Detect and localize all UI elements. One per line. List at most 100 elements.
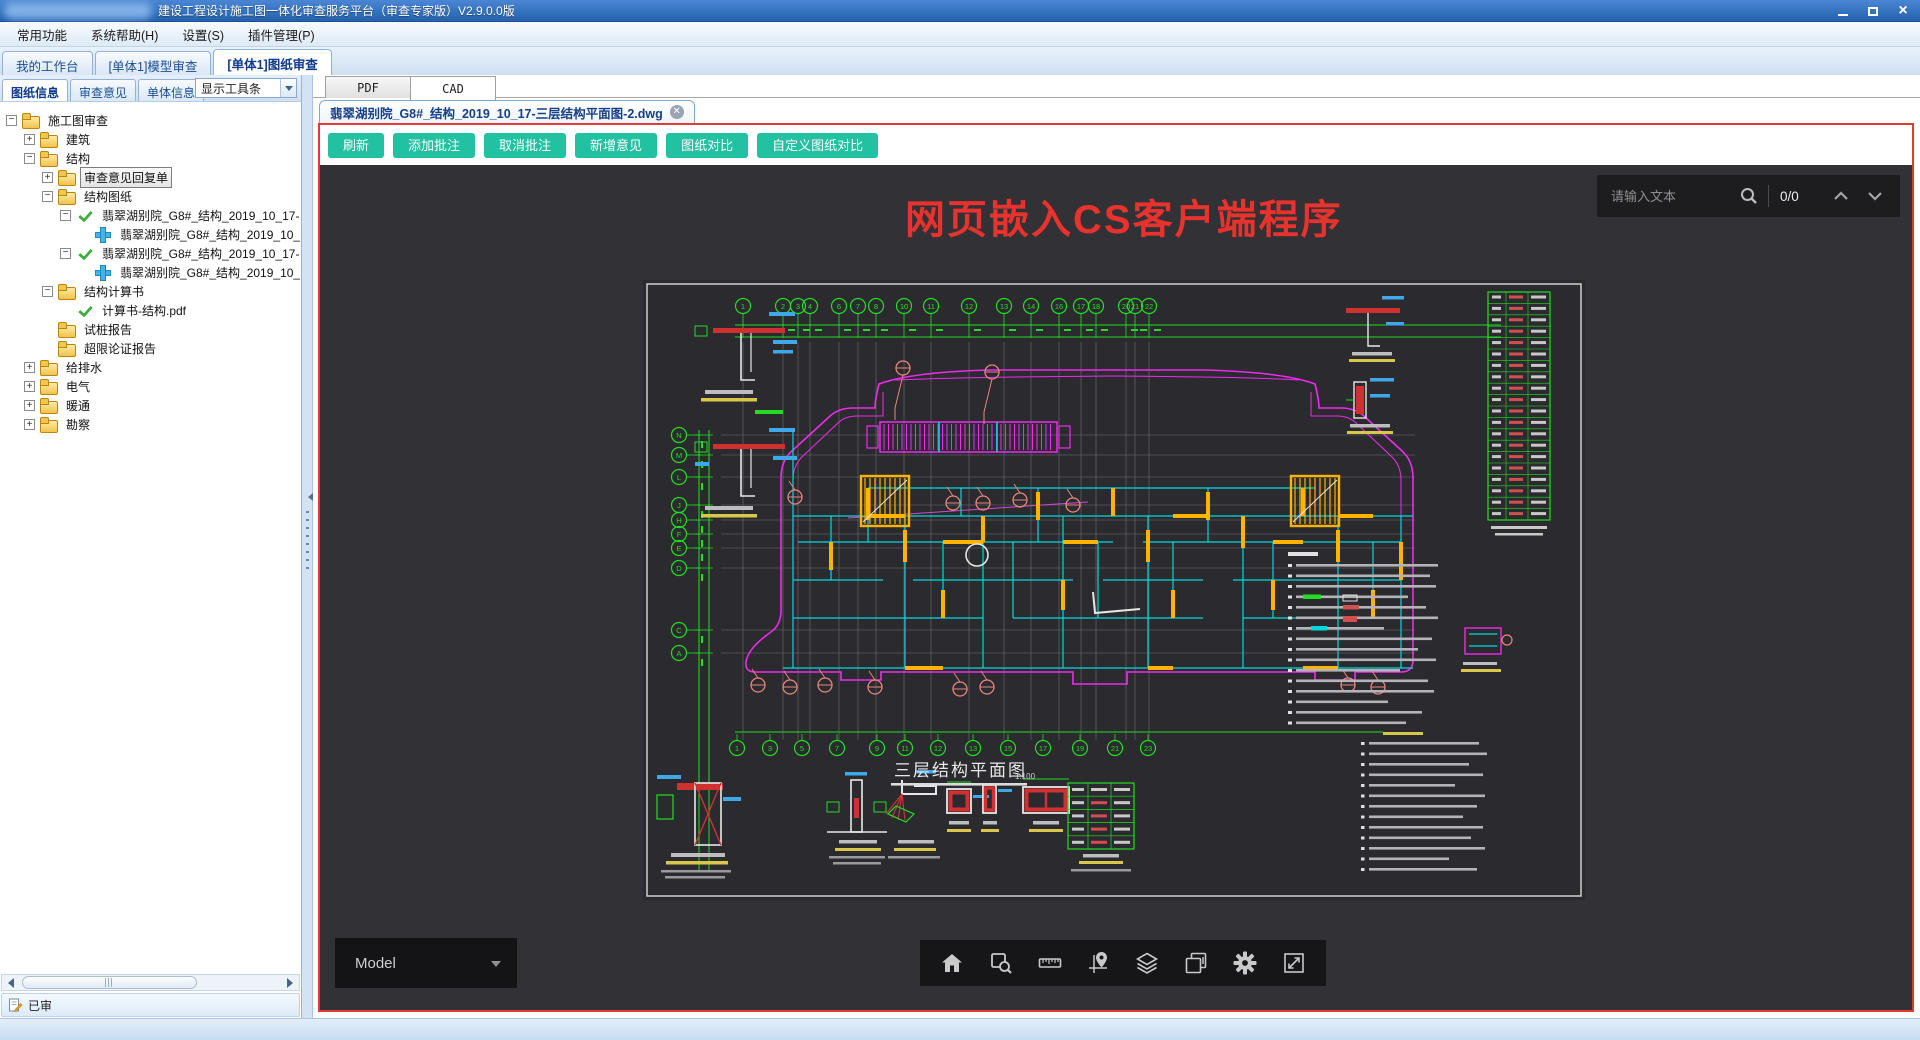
tree-item[interactable]: 超限论证报告 — [0, 339, 301, 358]
search-input[interactable] — [1611, 188, 1739, 204]
tree-horizontal-scrollbar[interactable] — [1, 974, 300, 991]
tree-item[interactable]: 给排水 — [0, 358, 301, 377]
format-tab[interactable]: CAD — [410, 76, 496, 100]
tree-item[interactable]: 施工图审查 — [0, 111, 301, 130]
cad-toolbar-button[interactable]: 图纸对比 — [666, 132, 749, 158]
layers-button[interactable] — [1131, 947, 1163, 979]
ruler-icon — [1038, 958, 1062, 968]
tree-item[interactable]: 勘察 — [0, 415, 301, 434]
maximize-button[interactable] — [1858, 0, 1888, 22]
tree-expander-icon[interactable] — [24, 134, 35, 145]
viewer-toolbar — [920, 940, 1326, 986]
tree-item[interactable]: 翡翠湖别院_G8#_结构_2019_10_1 — [0, 225, 301, 244]
sidebar-tab[interactable]: 审查意见 — [70, 79, 137, 101]
cad-toolbar-button[interactable]: 刷新 — [328, 132, 385, 158]
tree-expander-icon[interactable] — [60, 248, 71, 259]
splitter-grip[interactable] — [306, 511, 309, 575]
menu-item[interactable]: 系统帮助(H) — [80, 22, 169, 47]
svg-text:1: 1 — [735, 744, 739, 753]
tree-expander-icon[interactable] — [24, 362, 35, 373]
tree-item[interactable]: 结构图纸 — [0, 187, 301, 206]
panel-splitter[interactable] — [302, 75, 313, 1018]
mark-point-button[interactable] — [1083, 947, 1115, 979]
tree-item[interactable]: 暖通 — [0, 396, 301, 415]
file-tab-close-icon[interactable]: ✕ — [669, 105, 684, 119]
scroll-right-arrow[interactable] — [283, 975, 299, 990]
minimize-icon — [1838, 14, 1848, 16]
main-tab[interactable]: [单体1]模型审查 — [94, 51, 212, 75]
home-button[interactable] — [936, 947, 968, 979]
tree-expander-icon[interactable] — [6, 115, 17, 126]
measure-button[interactable] — [1034, 947, 1066, 979]
search-prev-button[interactable] — [1832, 189, 1850, 203]
tree-item[interactable]: 审查意见回复单 — [0, 167, 301, 188]
menu-item[interactable]: 常用功能 — [6, 22, 78, 47]
tree-item[interactable]: 计算书-结构.pdf — [0, 301, 301, 320]
main-tab[interactable]: [单体1]图纸审查 — [213, 49, 332, 75]
svg-text:3: 3 — [796, 302, 800, 311]
svg-text:12: 12 — [965, 302, 973, 311]
sidebar: 图纸信息审查意见单体信息 显示工具条 施工图审查 建筑 结构 审查意见回复单 — [0, 75, 302, 1018]
tree-item[interactable]: 试桩报告 — [0, 320, 301, 339]
tree-node-icon — [40, 379, 58, 395]
cad-toolbar-button[interactable]: 新增意见 — [575, 132, 658, 158]
tree-expander-icon[interactable] — [42, 286, 53, 297]
tree-node-icon — [76, 246, 94, 261]
tree-expander-icon[interactable] — [24, 153, 35, 164]
tree-expander-icon[interactable] — [24, 400, 35, 411]
tree-item[interactable]: 建筑 — [0, 130, 301, 149]
svg-text:21: 21 — [1131, 302, 1139, 311]
tree-item[interactable]: 电气 — [0, 377, 301, 396]
svg-text:22: 22 — [1145, 302, 1153, 311]
menu-item[interactable]: 插件管理(P) — [237, 22, 326, 47]
search-icon[interactable] — [1739, 186, 1759, 206]
tree-expander-icon[interactable] — [24, 381, 35, 392]
svg-text:21: 21 — [1111, 744, 1119, 753]
tree-expander-icon[interactable] — [60, 210, 71, 221]
search-next-button[interactable] — [1866, 189, 1884, 203]
sheets-button[interactable] — [1180, 947, 1212, 979]
cad-canvas[interactable]: 网页嵌入CS客户端程序 0/0 — [320, 165, 1912, 1010]
tree-node-icon — [58, 170, 76, 186]
svg-text:D: D — [676, 564, 682, 573]
tree-expander-icon[interactable] — [42, 191, 53, 202]
cad-toolbar-button[interactable]: 自定义图纸对比 — [757, 132, 879, 158]
tree-item[interactable]: 翡翠湖别院_G8#_结构_2019_10_17-三 — [0, 206, 301, 225]
show-toolbar-select[interactable]: 显示工具条 — [195, 78, 297, 98]
svg-text:1:100: 1:100 — [1015, 772, 1036, 781]
cad-toolbar-button[interactable]: 取消批注 — [484, 132, 567, 158]
file-tab[interactable]: 翡翠湖别院_G8#_结构_2019_10_17-三层结构平面图-2.dwg ✕ — [319, 100, 695, 123]
tree-expander-icon[interactable] — [42, 172, 53, 183]
svg-text:7: 7 — [835, 744, 839, 753]
embedded-cad-client: 刷新添加批注取消批注新增意见图纸对比自定义图纸对比 网页嵌入CS客户端程序 0/… — [318, 123, 1914, 1012]
svg-text:8: 8 — [874, 302, 878, 311]
tree-expander-icon[interactable] — [24, 419, 35, 430]
collapse-arrow-icon[interactable] — [304, 493, 313, 501]
tree-node-icon — [76, 303, 94, 318]
svg-text:14: 14 — [1027, 302, 1035, 311]
scrollbar-thumb[interactable] — [22, 976, 197, 989]
layout-selector[interactable]: Model — [335, 938, 517, 988]
tree-item[interactable]: 翡翠湖别院_G8#_结构_2019_10_17-三 — [0, 244, 301, 263]
tree-item[interactable]: 结构 — [0, 149, 301, 168]
svg-text:6: 6 — [837, 302, 841, 311]
main-tab[interactable]: 我的工作台 — [2, 51, 93, 75]
tree-item[interactable]: 翡翠湖别院_G8#_结构_2019_10_1 — [0, 263, 301, 282]
tree-node-icon — [76, 208, 94, 223]
menu-item[interactable]: 设置(S) — [171, 22, 235, 47]
fullscreen-button[interactable] — [1278, 947, 1310, 979]
cad-toolbar-button[interactable]: 添加批注 — [393, 132, 476, 158]
floor-plan-drawing[interactable]: 1 2 3 4 6 7 8 10 11 12 13 14 16 17 18 20 21 221 3 5 7 9 11 12 13… — [643, 280, 1585, 900]
tree-item[interactable]: 结构计算书 — [0, 282, 301, 301]
chevron-down-icon[interactable] — [280, 79, 296, 97]
svg-text:11: 11 — [901, 744, 909, 753]
svg-text:18: 18 — [1092, 302, 1100, 311]
settings-button[interactable] — [1229, 947, 1261, 979]
tree-node-icon — [22, 113, 40, 129]
scroll-left-arrow[interactable] — [2, 975, 18, 990]
close-button[interactable]: × — [1888, 0, 1918, 22]
zoom-window-button[interactable] — [985, 947, 1017, 979]
format-tab[interactable]: PDF — [325, 76, 411, 98]
minimize-button[interactable] — [1828, 0, 1858, 22]
sidebar-tab[interactable]: 图纸信息 — [2, 79, 69, 101]
